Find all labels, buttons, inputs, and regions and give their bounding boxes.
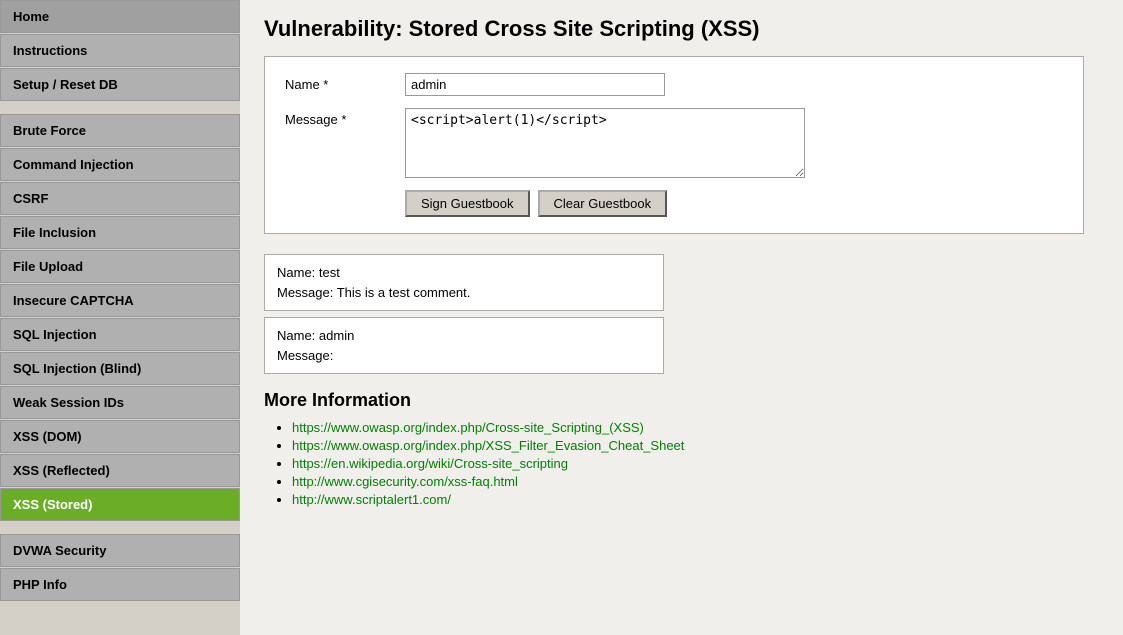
mid-nav: Brute ForceCommand InjectionCSRFFile Inc… [0,114,240,522]
info-link-1[interactable]: https://www.owasp.org/index.php/XSS_Filt… [292,438,684,453]
sidebar-item-xss-stored[interactable]: XSS (Stored) [0,488,240,521]
sidebar-item-xss-dom[interactable]: XSS (DOM) [0,420,240,453]
clear-guestbook-button[interactable]: Clear Guestbook [538,190,668,217]
sidebar-item-xss-reflected[interactable]: XSS (Reflected) [0,454,240,487]
message-input[interactable] [405,108,805,178]
sidebar-item-setup-reset-db[interactable]: Setup / Reset DB [0,68,240,101]
sidebar-item-file-upload[interactable]: File Upload [0,250,240,283]
comments-container: Name: test Message: This is a test commen… [264,254,1099,374]
sidebar-item-sql-injection[interactable]: SQL Injection [0,318,240,351]
more-info-title: More Information [264,390,1099,411]
sidebar-item-csrf[interactable]: CSRF [0,182,240,215]
sidebar-item-command-injection[interactable]: Command Injection [0,148,240,181]
info-link-item-2: https://en.wikipedia.org/wiki/Cross-site… [292,455,1099,471]
sidebar-item-instructions[interactable]: Instructions [0,34,240,67]
comment-box-1: Name: admin Message: [264,317,664,374]
name-label: Name * [285,73,405,92]
info-link-item-4: http://www.scriptalert1.com/ [292,491,1099,507]
sidebar-item-file-inclusion[interactable]: File Inclusion [0,216,240,249]
message-label: Message * [285,108,405,127]
info-link-0[interactable]: https://www.owasp.org/index.php/Cross-si… [292,420,644,435]
page-title: Vulnerability: Stored Cross Site Scripti… [264,16,1099,42]
message-row: Message * [285,108,1063,178]
comment-name: Name: test [277,265,340,280]
info-link-4[interactable]: http://www.scriptalert1.com/ [292,492,451,507]
comment-name: Name: admin [277,328,354,343]
sidebar-item-weak-session-ids[interactable]: Weak Session IDs [0,386,240,419]
bot-nav: DVWA SecurityPHP Info [0,534,240,602]
info-link-item-3: http://www.cgisecurity.com/xss-faq.html [292,473,1099,489]
comment-message: Message: This is a test comment. [277,285,470,300]
form-buttons: Sign Guestbook Clear Guestbook [285,190,1063,217]
info-link-item-1: https://www.owasp.org/index.php/XSS_Filt… [292,437,1099,453]
sidebar-item-php-info[interactable]: PHP Info [0,568,240,601]
sidebar-item-insecure-captcha[interactable]: Insecure CAPTCHA [0,284,240,317]
sidebar: HomeInstructionsSetup / Reset DB Brute F… [0,0,240,635]
top-nav: HomeInstructionsSetup / Reset DB [0,0,240,102]
sidebar-item-brute-force[interactable]: Brute Force [0,114,240,147]
info-link-2[interactable]: https://en.wikipedia.org/wiki/Cross-site… [292,456,568,471]
sign-guestbook-button[interactable]: Sign Guestbook [405,190,530,217]
comment-message: Message: [277,348,333,363]
xss-form-box: Name * Message * Sign Guestbook Clear Gu… [264,56,1084,234]
sidebar-item-dvwa-security[interactable]: DVWA Security [0,534,240,567]
name-row: Name * [285,73,1063,96]
name-input[interactable] [405,73,665,96]
comment-box-0: Name: test Message: This is a test commen… [264,254,664,311]
info-link-item-0: https://www.owasp.org/index.php/Cross-si… [292,419,1099,435]
info-link-3[interactable]: http://www.cgisecurity.com/xss-faq.html [292,474,518,489]
sidebar-item-home[interactable]: Home [0,0,240,33]
info-links: https://www.owasp.org/index.php/Cross-si… [264,419,1099,507]
sidebar-item-sql-injection-blind[interactable]: SQL Injection (Blind) [0,352,240,385]
main-content: Vulnerability: Stored Cross Site Scripti… [240,0,1123,635]
